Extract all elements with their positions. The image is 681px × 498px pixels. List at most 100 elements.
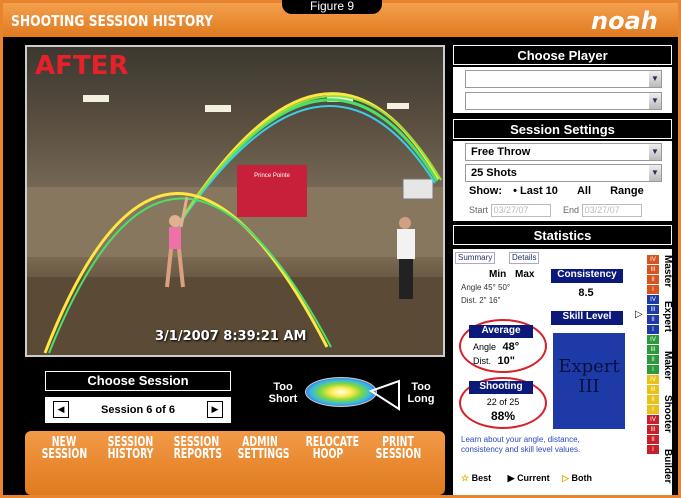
skill-level-header: Skill Level [551, 311, 623, 325]
scale-tier: III [647, 345, 659, 355]
end-date-field[interactable]: 03/27/07 [581, 204, 642, 217]
figure-tag: Figure 9 [282, 0, 382, 14]
start-date-field[interactable]: 03/27/07 [490, 204, 551, 217]
nav-admin-settings[interactable]: ADMIN SETTINGS [238, 436, 290, 461]
radio-range[interactable]: Range [610, 185, 644, 197]
chevron-down-icon: ▼ [649, 93, 661, 109]
scale-tier: IV [647, 295, 659, 305]
chevron-down-icon: ▼ [649, 165, 661, 181]
after-label: AFTER [35, 51, 129, 81]
both-marker-icon: ▷ [562, 473, 570, 483]
max-header: Max [515, 269, 535, 280]
scale-tier: III [647, 305, 659, 315]
distance-meter [305, 377, 377, 407]
end-label: End [563, 204, 580, 215]
left-arrow-icon: ◀ [57, 404, 65, 414]
avg-angle-value: 48° [502, 341, 520, 353]
dist-row: Dist. 2" 16" [461, 296, 501, 305]
legend-best: Best [471, 473, 492, 483]
legend-current: Current [517, 473, 550, 483]
scale-tier: II [647, 315, 659, 325]
scale-tier: I [647, 405, 659, 415]
choose-session-header: Choose Session [45, 371, 231, 391]
show-filter-row: Show: • Last 10 All Range [469, 185, 644, 197]
app-window: SHOOTING SESSION HISTORY noah Prince Poi… [0, 0, 681, 498]
level-expert: Expert [662, 301, 673, 333]
nav-new-session[interactable]: NEW SESSION [42, 436, 87, 461]
choose-player-header: Choose Player [453, 45, 672, 65]
radio-all-label: All [576, 185, 592, 197]
radio-last-10-label: Last 10 [519, 185, 558, 197]
scale-tier: III [647, 425, 659, 435]
nav-relocate-hoop[interactable]: RELOCATE HOOP [306, 436, 359, 461]
average-header: Average [469, 325, 533, 338]
video-frame: Prince Pointe AFTER 3/1/2007 8:39:21 AM [25, 45, 445, 357]
player-select-2[interactable]: ▼ [465, 92, 662, 110]
shot-count-select[interactable]: 25 Shots ▼ [465, 164, 662, 182]
avg-angle: Angle 48° [473, 341, 519, 353]
nav-print-session[interactable]: PRINT SESSION [376, 436, 421, 461]
scale-tier: IV [647, 375, 659, 385]
level-maker: Maker [662, 351, 673, 380]
radio-range-label: Range [610, 185, 644, 197]
shot-count-value: 25 Shots [471, 167, 517, 179]
statistics-panel: Summary Details Min Max Angle 45° 50° Di… [453, 249, 672, 495]
next-session-button[interactable]: ▶ [207, 401, 223, 418]
shot-type-value: Free Throw [471, 146, 531, 158]
scale-tier: II [647, 435, 659, 445]
chevron-down-icon: ▼ [649, 71, 661, 87]
scale-tier: IV [647, 335, 659, 345]
shooting-count: 22 of 25 [486, 397, 520, 407]
session-pager: Session 6 of 6 ◀ ▶ [45, 397, 231, 423]
star-icon: ☆ [461, 473, 470, 483]
scale-tier: I [647, 325, 659, 335]
skill-scale: IV III II I IV III II I IV III II I IV I… [647, 255, 659, 495]
radio-last-10[interactable]: • Last 10 [513, 185, 558, 197]
level-master: Master [662, 255, 673, 288]
show-label: Show: [469, 185, 502, 197]
avg-dist: Dist. 10" [473, 355, 515, 367]
date-range-row: Start 03/27/07 End 03/27/07 [469, 204, 642, 217]
learn-more-link[interactable]: Learn about your angle, distance, consis… [461, 435, 621, 455]
level-shooter: Shooter [662, 395, 673, 433]
noah-logo: noah [591, 7, 658, 35]
too-long-label: Too Long [407, 381, 435, 405]
tab-details[interactable]: Details [509, 252, 540, 264]
prev-session-button[interactable]: ◀ [53, 401, 69, 418]
nav-session-reports[interactable]: SESSION REPORTS [174, 436, 222, 461]
bottom-nav: NEW SESSION SESSION HISTORY SESSION REPO… [25, 431, 445, 495]
skill-level-tier: III [578, 376, 600, 397]
shot-type-select[interactable]: Free Throw ▼ [465, 143, 662, 161]
current-marker-icon: ▶ [507, 473, 515, 483]
player-select-1[interactable]: ▼ [465, 70, 662, 88]
min-max-table: Min Max Angle 45° 50° Dist. 2" 16" [461, 269, 545, 305]
skill-level-value: Expert [558, 356, 620, 377]
level-builder: Builder [662, 449, 673, 484]
radio-all[interactable]: All [577, 185, 591, 197]
scale-tier: III [647, 385, 659, 395]
scale-tier: IV [647, 255, 659, 265]
statistics-header: Statistics [453, 225, 672, 245]
scale-tier: IV [647, 415, 659, 425]
too-short-label: Too Short [268, 381, 298, 405]
angle-row: Angle 45° 50° [461, 283, 511, 292]
video-timestamp: 3/1/2007 8:39:21 AM [155, 329, 307, 344]
start-label: Start [469, 204, 489, 215]
scale-tier: I [647, 445, 659, 455]
shooting-percent: 88% [490, 409, 516, 423]
nav-session-history[interactable]: SESSION HISTORY [108, 436, 154, 461]
session-indicator: Session 6 of 6 [101, 404, 175, 416]
avg-dist-label: Dist. [473, 356, 491, 366]
chevron-down-icon: ▼ [649, 144, 661, 160]
consistency-header: Consistency [551, 269, 623, 283]
scale-tier: III [647, 265, 659, 275]
scale-tier: II [647, 275, 659, 285]
scale-tier: I [647, 365, 659, 375]
meter-pointer-icon [369, 379, 400, 411]
right-arrow-icon: ▶ [211, 404, 219, 414]
page-title: SHOOTING SESSION HISTORY [11, 12, 214, 30]
tab-summary[interactable]: Summary [455, 252, 496, 264]
marker-legend: ☆ Best ▶ Current ▷ Both [461, 473, 592, 484]
scale-tier: I [647, 285, 659, 295]
avg-angle-label: Angle [473, 342, 497, 352]
